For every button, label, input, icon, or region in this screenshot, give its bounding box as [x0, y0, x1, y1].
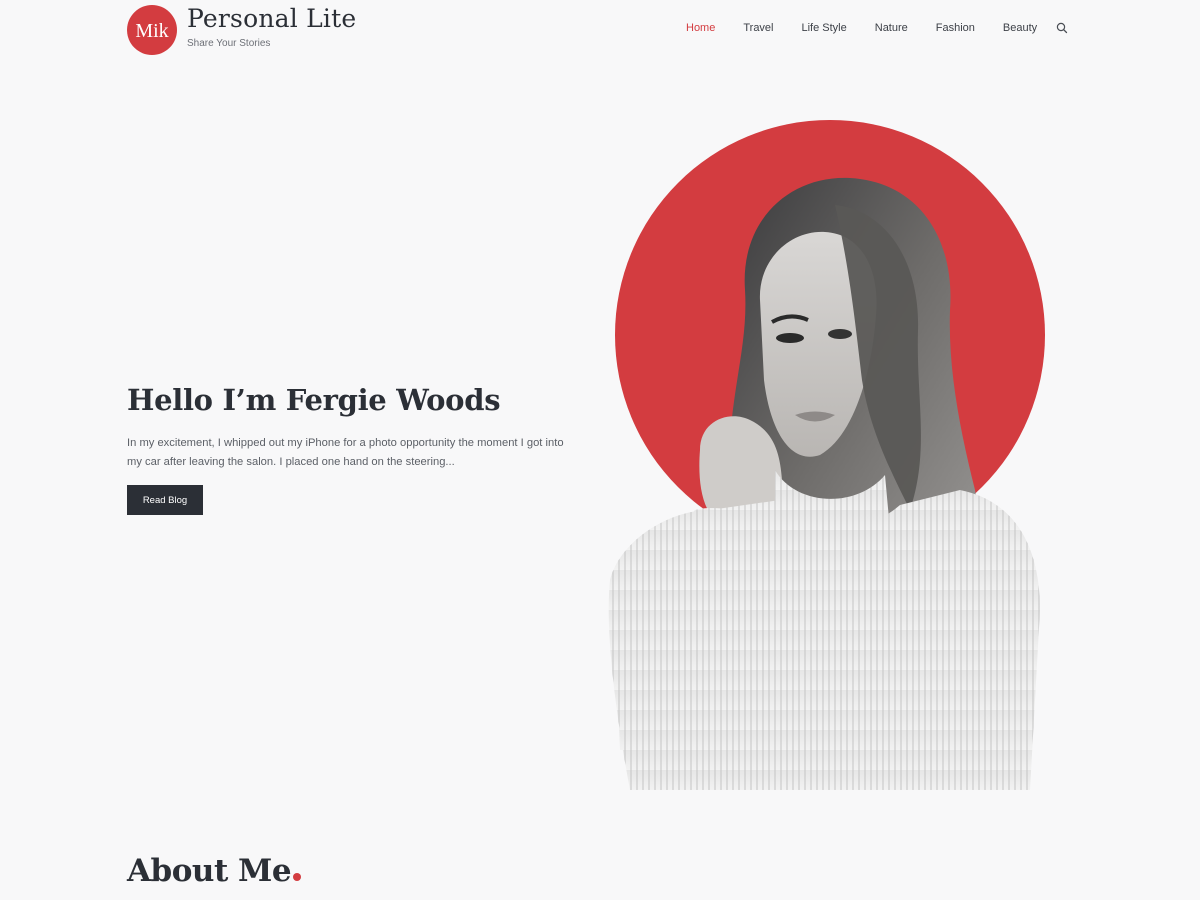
- read-blog-button[interactable]: Read Blog: [127, 485, 203, 515]
- hero-heading: Hello I’m Fergie Woods: [127, 383, 501, 417]
- about-heading: About Me: [127, 853, 302, 889]
- hero-excerpt: In my excitement, I whipped out my iPhon…: [127, 437, 564, 468]
- hero-image: [600, 110, 1060, 800]
- main-nav: Home Travel Life Style Nature Fashion Be…: [686, 20, 1068, 36]
- nav-item-travel[interactable]: Travel: [743, 20, 773, 36]
- site-title[interactable]: Personal Lite: [187, 4, 356, 33]
- nav-item-nature[interactable]: Nature: [875, 20, 908, 36]
- portrait-illustration: [608, 120, 1045, 790]
- site-header: Mik Personal Lite Share Your Stories Hom…: [0, 0, 1200, 60]
- nav-item-home[interactable]: Home: [686, 20, 715, 36]
- nav-item-beauty[interactable]: Beauty: [1003, 20, 1037, 36]
- nav-item-life-style[interactable]: Life Style: [802, 20, 847, 36]
- logo-text: Mik: [135, 19, 169, 42]
- nav-item-fashion[interactable]: Fashion: [936, 20, 975, 36]
- site-tagline: Share Your Stories: [187, 38, 271, 49]
- accent-dot: [293, 873, 302, 881]
- search-icon[interactable]: [1056, 22, 1068, 34]
- site-logo[interactable]: Mik: [127, 5, 177, 55]
- about-heading-text: About Me: [127, 853, 292, 889]
